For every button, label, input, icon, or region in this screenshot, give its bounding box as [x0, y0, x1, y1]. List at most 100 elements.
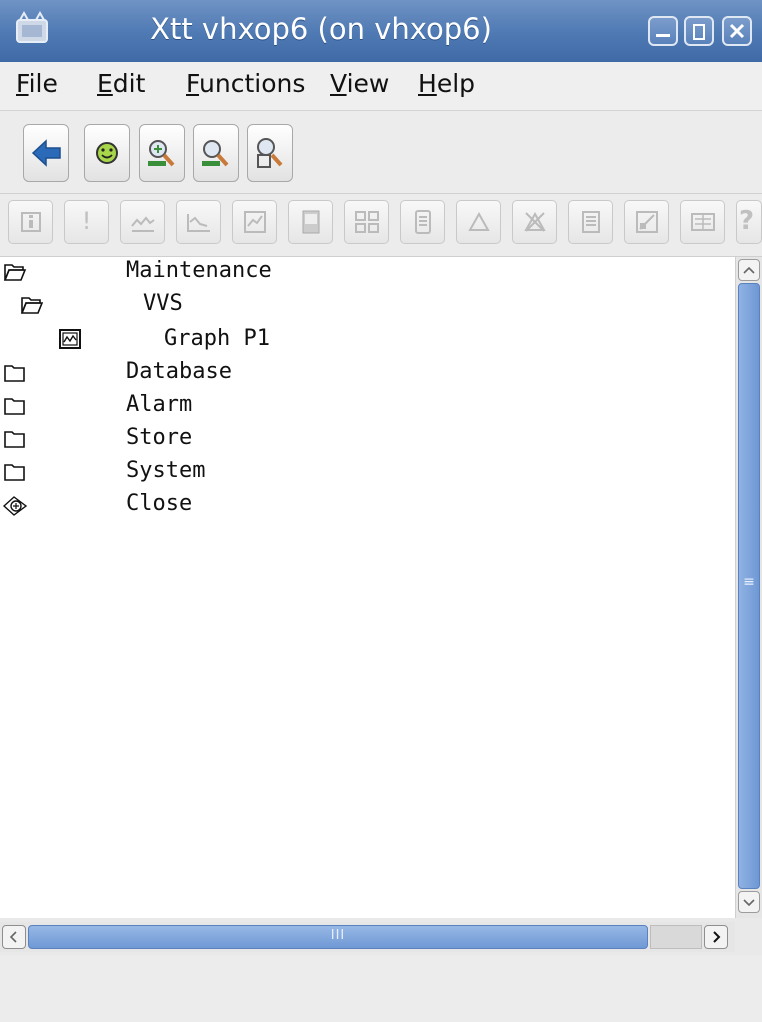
list-icon	[582, 211, 600, 233]
tree-item-maintenance[interactable]: Maintenance	[0, 257, 735, 290]
open-folder-icon	[3, 264, 27, 281]
chevron-up-icon	[743, 266, 755, 274]
vertical-scrollbar[interactable]: ≡	[735, 257, 762, 918]
zoom-in-button[interactable]	[139, 124, 185, 182]
fast-curve-icon	[187, 214, 210, 232]
zoom-in-icon	[148, 140, 175, 167]
scroll-up-button[interactable]	[738, 259, 760, 281]
menu-file-label: ile	[28, 69, 58, 98]
exclamation-button[interactable]: !	[64, 200, 109, 244]
tree-item-label: Alarm	[126, 392, 193, 417]
help-icon: ?	[739, 206, 755, 236]
trend-button[interactable]	[120, 200, 165, 244]
tree-item-vvs[interactable]: VVS	[0, 290, 735, 323]
scroll-left-button[interactable]	[2, 925, 26, 949]
info-button[interactable]	[8, 200, 53, 244]
status-area	[0, 955, 762, 1022]
chevron-down-icon	[743, 899, 755, 907]
zoom-reset-button[interactable]	[193, 124, 239, 182]
blocked-button[interactable]	[512, 200, 557, 244]
tree-item-label: Close	[126, 491, 193, 516]
object-graph-button[interactable]	[288, 200, 333, 244]
menu-edit[interactable]: Edit	[97, 69, 145, 98]
scroll-right-button[interactable]	[704, 925, 728, 949]
horizontal-scroll-thumb[interactable]: III	[28, 925, 648, 949]
menu-view[interactable]: View	[330, 69, 389, 98]
tree-item-database[interactable]: Database	[0, 358, 735, 391]
chevron-left-icon	[9, 931, 17, 943]
vertical-scroll-thumb[interactable]: ≡	[738, 283, 760, 889]
open-object-icon	[691, 213, 715, 231]
function-toolbar: ! ?	[0, 194, 762, 257]
menu-help-mnemonic: H	[418, 69, 437, 98]
exclamation-icon: !	[81, 207, 92, 235]
alarm-icon	[468, 211, 490, 231]
tree-item-label: System	[126, 458, 206, 483]
menu-help[interactable]: Help	[418, 69, 475, 98]
close-leaf-icon	[2, 496, 28, 516]
menu-edit-label: dit	[112, 69, 146, 98]
blocked-icon	[524, 211, 546, 232]
list-button[interactable]	[568, 200, 613, 244]
plot-button[interactable]	[624, 200, 669, 244]
tree-item-close[interactable]: Close	[0, 490, 735, 523]
navigator-tree: Maintenance VVS Graph P1 Database Alarm …	[0, 257, 735, 918]
menu-bar: File Edit Functions View Help	[0, 62, 762, 111]
menu-edit-mnemonic: E	[97, 69, 113, 98]
plot-icon	[636, 211, 658, 233]
chevron-right-icon	[713, 931, 721, 943]
tree-item-store[interactable]: Store	[0, 424, 735, 457]
menu-file[interactable]: File	[16, 69, 58, 98]
closed-folder-icon	[4, 431, 25, 448]
menu-functions-label: unctions	[199, 69, 306, 98]
vertical-scroll-grip: ≡	[743, 574, 755, 590]
info-icon	[21, 212, 41, 232]
closed-folder-icon	[4, 464, 25, 481]
horizontal-scroll-track[interactable]	[650, 925, 702, 949]
menu-help-label: elp	[436, 69, 476, 98]
xtt-window: Xtt vhxop6 (on vhxop6) File Edit Functio…	[0, 0, 762, 1022]
menu-view-mnemonic: V	[330, 69, 347, 98]
trend-icon	[131, 216, 155, 232]
help-class-button[interactable]	[400, 200, 445, 244]
tree-item-label: Graph P1	[164, 326, 270, 351]
help-class-icon	[415, 210, 431, 234]
title-bar[interactable]: Xtt vhxop6 (on vhxop6)	[0, 0, 762, 63]
zoom-object-icon	[257, 138, 283, 168]
tree-item-label: Database	[126, 359, 232, 384]
tree-item-graph-p1[interactable]: Graph P1	[0, 325, 735, 358]
object-graph-icon	[302, 210, 320, 234]
menu-functions[interactable]: Functions	[186, 69, 305, 98]
open-folder-icon	[20, 297, 44, 314]
maximize-button[interactable]	[684, 16, 714, 46]
zoom-reset-icon	[202, 140, 229, 167]
close-window-button[interactable]	[722, 16, 752, 46]
tree-item-label: VVS	[143, 291, 183, 316]
zoom-object-button[interactable]	[247, 124, 293, 182]
closed-folder-icon	[4, 365, 25, 382]
tree-item-alarm[interactable]: Alarm	[0, 391, 735, 424]
minimize-button[interactable]	[648, 16, 678, 46]
help-button[interactable]: ?	[736, 200, 762, 244]
graph-icon	[244, 211, 266, 233]
horizontal-scroll-grip: III	[330, 928, 346, 943]
menu-file-mnemonic: F	[16, 69, 29, 98]
back-button[interactable]	[23, 124, 69, 182]
crossref-icon	[355, 211, 379, 233]
alarm-button[interactable]	[456, 200, 501, 244]
tree-item-label: Store	[126, 425, 193, 450]
menu-functions-mnemonic: F	[186, 69, 200, 98]
tree-item-system[interactable]: System	[0, 457, 735, 490]
crossref-button[interactable]	[344, 200, 389, 244]
tree-item-label: Maintenance	[126, 258, 272, 283]
scroll-down-button[interactable]	[738, 891, 760, 913]
graph-button[interactable]	[232, 200, 277, 244]
fast-curve-button[interactable]	[176, 200, 221, 244]
graph-icon	[59, 329, 81, 349]
horizontal-scrollbar[interactable]: III	[0, 922, 735, 952]
window-title: Xtt vhxop6 (on vhxop6)	[150, 12, 492, 46]
smiley-button[interactable]	[84, 124, 130, 182]
menu-view-label: iew	[346, 69, 390, 98]
open-object-button[interactable]	[680, 200, 725, 244]
smiley-icon	[96, 142, 118, 164]
